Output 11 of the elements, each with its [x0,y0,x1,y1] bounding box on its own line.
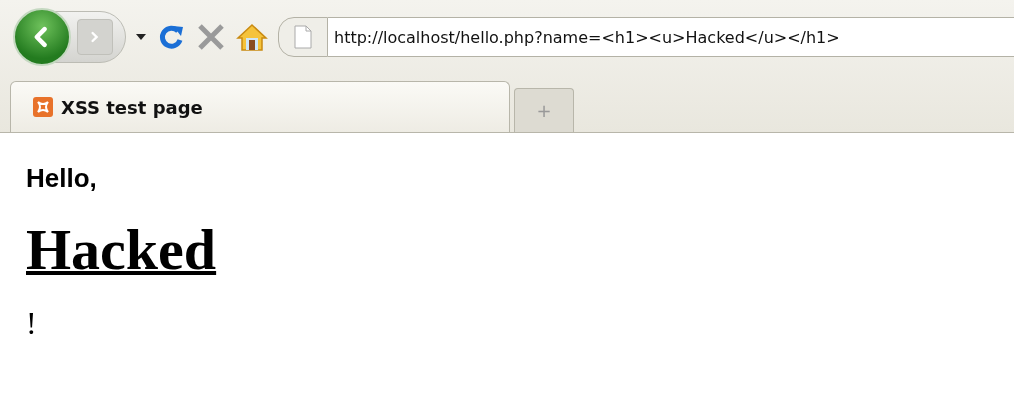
close-icon[interactable] [196,22,226,52]
page-icon [294,25,312,49]
address-field[interactable]: http://localhost/hello.php?name=<h1><u>Hacked</u></h1> [328,17,1014,57]
caret-icon[interactable] [136,34,146,40]
back-button[interactable] [13,8,71,66]
greeting-text: Hello, [26,163,98,194]
exclamation-text: ! [26,305,38,342]
tab[interactable]: XSS test page [10,81,510,132]
home-icon[interactable] [236,22,268,52]
heading: Hacked [26,216,217,283]
app-icon [33,97,53,117]
